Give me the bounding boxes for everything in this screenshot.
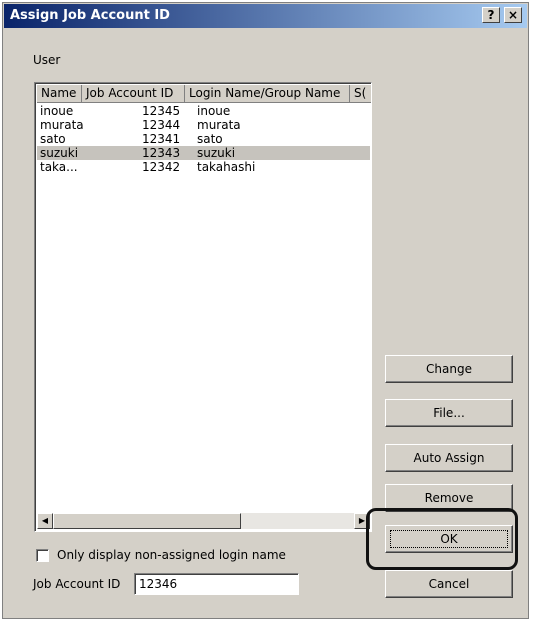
row-name: taka...	[40, 160, 78, 174]
row-login-name: suzuki	[197, 146, 236, 160]
only-non-assigned-checkbox[interactable]	[36, 549, 49, 562]
change-button[interactable]: Change	[385, 355, 513, 383]
row-job-account-id: 12341	[142, 132, 181, 146]
row-job-account-id: 12345	[142, 104, 181, 118]
horizontal-scrollbar[interactable]: ◀ ▶	[37, 513, 370, 529]
table-row-selected[interactable]: suzuki 12343 suzuki	[37, 146, 370, 160]
file-button[interactable]: File...	[385, 399, 513, 427]
row-name: inoue	[40, 104, 74, 118]
table-row[interactable]: sato 12341 sato	[37, 132, 370, 146]
auto-assign-button-label: Auto Assign	[413, 451, 485, 465]
column-header-name[interactable]: Name	[37, 85, 82, 103]
cancel-button-label: Cancel	[428, 577, 470, 591]
change-button-label: Change	[426, 362, 472, 376]
user-group-label: User	[33, 53, 60, 67]
row-job-account-id: 12343	[142, 146, 181, 160]
table-row[interactable]: inoue 12345 inoue	[37, 104, 370, 118]
only-non-assigned-label[interactable]: Only display non-assigned login name	[57, 548, 286, 562]
table-row[interactable]: taka... 12342 takahashi	[37, 160, 370, 174]
window-title: Assign Job Account ID	[10, 8, 170, 23]
user-list[interactable]: Name Job Account ID Login Name/Group Nam…	[34, 82, 372, 532]
job-account-id-input[interactable]: 12346	[134, 573, 299, 595]
row-name: suzuki	[40, 146, 79, 160]
row-name: murata	[40, 118, 84, 132]
scrollbar-thumb[interactable]	[53, 513, 241, 529]
column-header-job-account-id[interactable]: Job Account ID	[82, 85, 185, 103]
table-row[interactable]: murata 12344 murata	[37, 118, 370, 132]
row-job-account-id: 12344	[142, 118, 181, 132]
row-login-name: takahashi	[197, 160, 256, 174]
row-login-name: sato	[197, 132, 223, 146]
help-button[interactable]: ?	[482, 7, 500, 23]
row-login-name: murata	[197, 118, 241, 132]
title-bar[interactable]: Assign Job Account ID ? ×	[4, 4, 527, 28]
column-header-status[interactable]: S(	[350, 85, 371, 103]
row-job-account-id: 12342	[142, 160, 181, 174]
column-header-login-name[interactable]: Login Name/Group Name	[185, 85, 350, 103]
ok-button-highlight-annotation	[366, 508, 518, 570]
close-button[interactable]: ×	[504, 7, 522, 23]
row-login-name: inoue	[197, 104, 231, 118]
job-account-id-label: Job Account ID	[33, 577, 121, 591]
cancel-button[interactable]: Cancel	[385, 570, 513, 598]
user-group-label-text: User	[33, 53, 61, 67]
scroll-left-arrow-icon[interactable]: ◀	[37, 513, 53, 529]
row-name: sato	[40, 132, 66, 146]
remove-button-label: Remove	[424, 491, 474, 505]
file-button-label: File...	[433, 406, 465, 420]
auto-assign-button[interactable]: Auto Assign	[385, 444, 513, 472]
